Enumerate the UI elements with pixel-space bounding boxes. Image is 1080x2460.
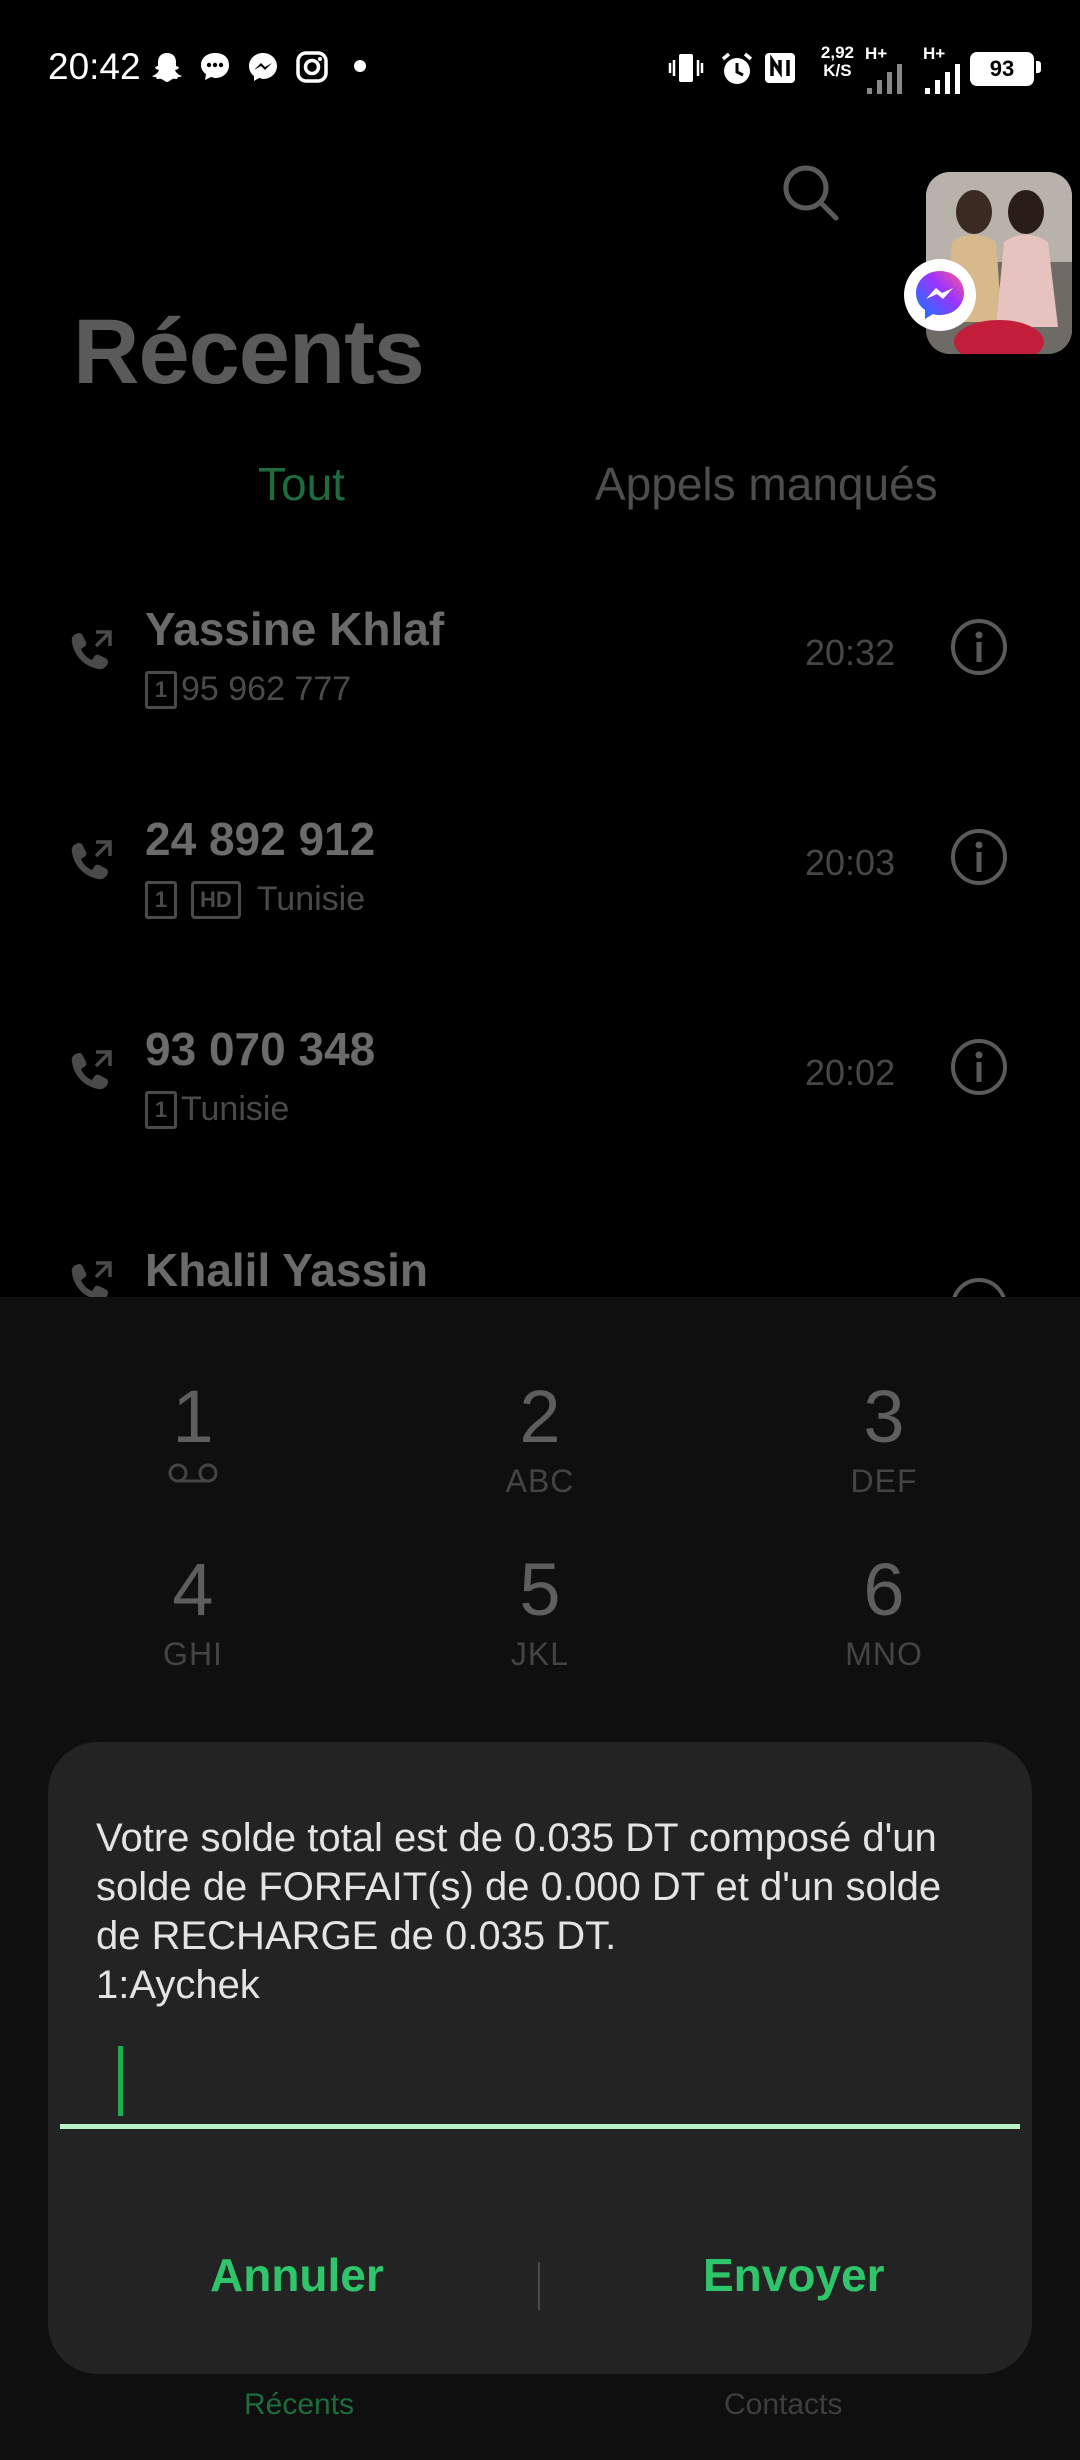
signal-1-label: H+ <box>865 44 888 63</box>
dot-icon <box>354 60 366 72</box>
ussd-reply-input[interactable] <box>60 2042 1020 2129</box>
call-row[interactable]: Khalil Yassin <box>0 1227 1080 1297</box>
call-time: 20:03 <box>805 842 896 883</box>
nav-recents[interactable]: Récents <box>244 2388 354 2422</box>
key-digit: 6 <box>863 1548 905 1631</box>
key-letters: MNO <box>845 1636 923 1672</box>
key-letters: ABC <box>505 1463 575 1499</box>
call-location: Tunisie <box>181 1090 290 1128</box>
call-location: Tunisie <box>256 880 366 918</box>
signal-icon <box>925 64 960 94</box>
dialpad-key-4[interactable]: 4 GHI <box>93 1550 293 1673</box>
search-icon[interactable] <box>780 162 840 222</box>
key-digit: 2 <box>519 1375 561 1458</box>
call-name: 24 892 912 <box>145 813 376 865</box>
sim1-icon: 1 <box>145 880 177 919</box>
text-cursor <box>118 2046 123 2116</box>
dialpad-key-1[interactable]: 1 <box>93 1377 293 1490</box>
dialpad-key-5[interactable]: 5 JKL <box>440 1550 640 1673</box>
alarm-icon <box>721 52 753 84</box>
send-button[interactable]: Envoyer <box>703 2248 885 2302</box>
message-icon <box>201 53 229 80</box>
call-name: Khalil Yassin <box>145 1244 428 1296</box>
voicemail-icon <box>168 1463 218 1483</box>
outgoing-call-icon <box>71 630 112 670</box>
status-time: 20:42 <box>48 46 141 87</box>
ussd-message: Votre solde total est de 0.035 DT compos… <box>96 1816 942 2007</box>
key-digit: 3 <box>863 1375 905 1458</box>
info-icon[interactable] <box>950 618 1008 676</box>
page-title: Récents <box>73 301 425 403</box>
status-bar: 20:42 2,92 K/S H+ H+ 93 <box>0 0 1080 132</box>
info-icon[interactable] <box>950 1038 1008 1096</box>
dialpad-key-2[interactable]: 2 ABC <box>440 1377 640 1500</box>
call-time: 20:32 <box>805 632 896 673</box>
net-speed-value: 2,92 <box>820 43 854 62</box>
call-row[interactable]: 93 070 348 1 Tunisie 20:02 <box>0 1022 1080 1222</box>
call-name: 93 070 348 <box>145 1023 376 1075</box>
call-detail: 1 HD Tunisie <box>145 880 365 919</box>
nav-contacts[interactable]: Contacts <box>724 2388 842 2422</box>
outgoing-call-icon <box>71 1050 112 1090</box>
key-digit: 5 <box>519 1548 561 1631</box>
nfc-icon <box>765 53 795 83</box>
call-row[interactable]: Yassine Khlaf 1 95 962 777 20:32 <box>0 602 1080 802</box>
outgoing-call-icon <box>71 840 112 880</box>
vibrate-icon <box>668 54 704 82</box>
cancel-button[interactable]: Annuler <box>210 2248 384 2302</box>
signal-icon <box>867 64 902 94</box>
key-digit: 1 <box>172 1375 214 1458</box>
call-number: 95 962 777 <box>181 670 352 708</box>
signal-2-label: H+ <box>923 44 946 63</box>
ussd-dialog: Votre solde total est de 0.035 DT compos… <box>48 1742 1032 2374</box>
call-row[interactable]: 24 892 912 1 HD Tunisie 20:03 <box>0 812 1080 1012</box>
button-divider <box>538 2262 540 2310</box>
dialpad-key-3[interactable]: 3 DEF <box>784 1377 984 1500</box>
net-speed: 2,92 K/S <box>821 44 854 80</box>
key-letters: GHI <box>163 1636 223 1672</box>
tab-missed-calls[interactable]: Appels manqués <box>595 457 938 511</box>
key-digit: 4 <box>172 1548 214 1631</box>
battery-icon: 93 <box>970 52 1034 86</box>
messenger-icon <box>249 53 277 81</box>
call-time: 20:02 <box>805 1052 896 1093</box>
tabs: Tout Appels manqués <box>0 457 1080 527</box>
key-letters: JKL <box>510 1636 570 1672</box>
call-detail: 1 95 962 777 <box>145 670 351 709</box>
key-letters: DEF <box>850 1463 918 1499</box>
sim1-icon: 1 <box>145 670 177 709</box>
net-speed-unit: K/S <box>823 61 852 80</box>
call-name: Yassine Khlaf <box>145 603 445 655</box>
info-icon[interactable] <box>950 1277 1008 1297</box>
dialpad-key-6[interactable]: 6 MNO <box>784 1550 984 1673</box>
hd-badge: HD <box>191 880 241 919</box>
battery-tip <box>1036 61 1041 73</box>
snapchat-icon <box>152 53 182 82</box>
sim1-icon: 1 <box>145 1090 177 1129</box>
instagram-icon <box>296 51 328 83</box>
info-icon[interactable] <box>950 828 1008 886</box>
tab-all[interactable]: Tout <box>258 457 345 511</box>
input-underline <box>60 2124 1020 2129</box>
call-detail: 1 Tunisie <box>145 1090 289 1129</box>
outgoing-call-icon <box>71 1261 112 1297</box>
messenger-badge-icon <box>904 259 976 331</box>
